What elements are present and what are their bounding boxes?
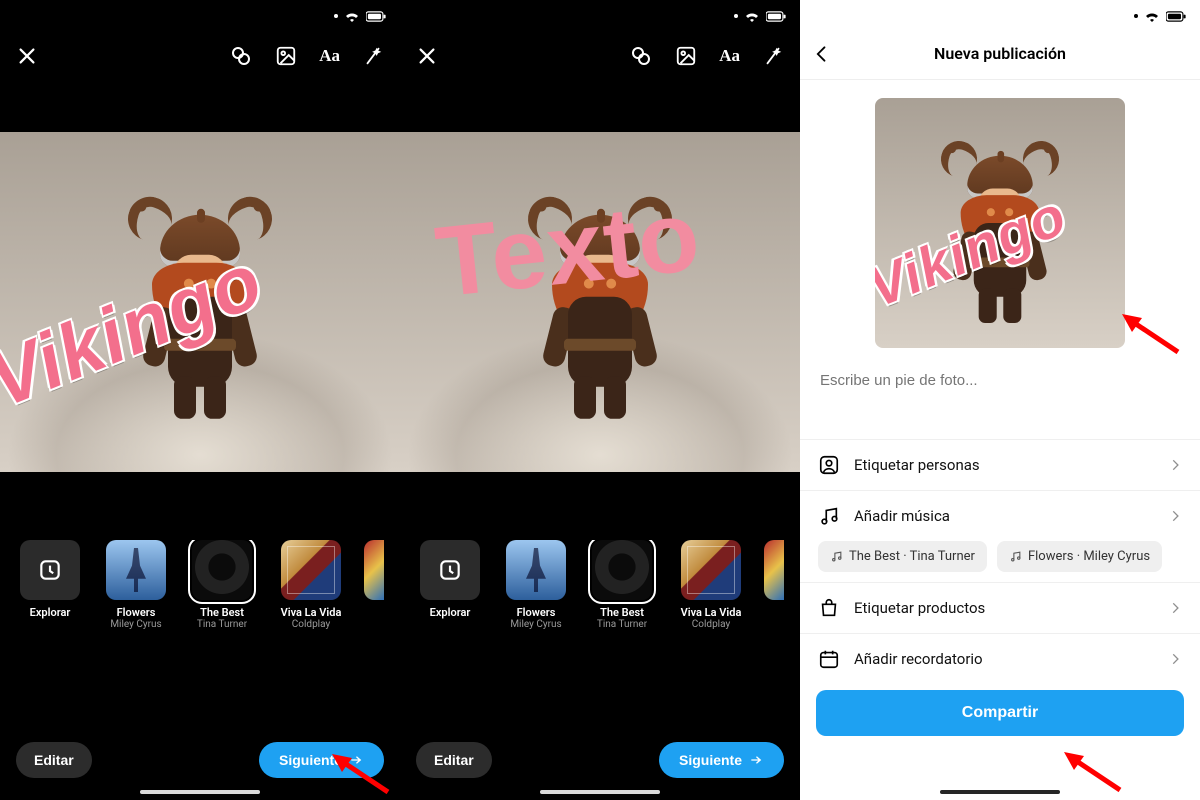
publish-header: Nueva publicación [800, 28, 1200, 80]
wifi-icon [744, 10, 760, 22]
photo-preview[interactable]: Texto [400, 132, 800, 472]
screen-publish: Nueva publicación Vikingo Etiquetar pers… [800, 0, 1200, 800]
status-bar [400, 0, 800, 28]
close-icon[interactable] [416, 45, 438, 67]
person-tag-icon [818, 454, 840, 476]
option-tag-products[interactable]: Etiquetar productos [800, 583, 1200, 633]
battery-icon [766, 11, 786, 22]
gesture-bar [140, 790, 260, 794]
music-item-thebest[interactable]: The Best Tina Turner [586, 540, 658, 630]
wifi-icon [1144, 10, 1160, 22]
chip-label: Flowers · Miley Cyrus [1028, 549, 1150, 564]
option-label: Etiquetar personas [854, 456, 980, 474]
status-bar [800, 0, 1200, 28]
option-label: Añadir música [854, 507, 950, 525]
chevron-right-icon [1168, 601, 1182, 615]
gesture-bar [940, 790, 1060, 794]
wifi-icon [344, 10, 360, 22]
edit-button[interactable]: Editar [416, 742, 492, 778]
loop-icon[interactable] [629, 44, 653, 68]
option-label: Etiquetar productos [854, 599, 985, 617]
next-button[interactable]: Siguiente [259, 742, 384, 778]
text-icon[interactable]: Aa [719, 46, 740, 66]
option-add-music[interactable]: Añadir música [800, 491, 1200, 541]
publish-preview[interactable]: Vikingo [875, 98, 1125, 348]
chip-label: The Best · Tina Turner [849, 549, 975, 564]
music-explore[interactable]: Explorar [414, 540, 486, 630]
next-button-label: Siguiente [279, 752, 342, 768]
back-icon[interactable] [812, 44, 832, 64]
chevron-right-icon [1168, 458, 1182, 472]
sparkle-icon[interactable] [762, 45, 784, 67]
caption-input[interactable] [800, 356, 1200, 405]
option-label: Añadir recordatorio [854, 650, 983, 668]
music-chip[interactable]: The Best · Tina Turner [818, 541, 987, 572]
music-suggestions[interactable]: Explorar Flowers Miley Cyrus The Best Ti… [0, 540, 400, 630]
battery-icon [1166, 11, 1186, 22]
edit-button[interactable]: Editar [16, 742, 92, 778]
editor-toolbar: Aa [0, 28, 400, 84]
publish-preview-wrap: Vikingo [800, 80, 1200, 356]
annotation-arrow [1060, 748, 1124, 794]
sparkle-icon[interactable] [362, 45, 384, 67]
chevron-right-icon [1168, 652, 1182, 666]
editor-bottombar: Editar Siguiente [0, 742, 400, 778]
option-add-reminder[interactable]: Añadir recordatorio [800, 634, 1200, 680]
music-explore[interactable]: Explorar [14, 540, 86, 630]
shopping-bag-icon [818, 597, 840, 619]
close-icon[interactable] [16, 45, 38, 67]
option-tag-people[interactable]: Etiquetar personas [800, 440, 1200, 490]
image-icon[interactable] [275, 45, 297, 67]
loop-icon[interactable] [229, 44, 253, 68]
editor-bottombar: Editar Siguiente [400, 742, 800, 778]
music-item-vivalavida[interactable]: Viva La Vida Coldplay [272, 540, 350, 630]
battery-icon [366, 11, 386, 22]
calendar-icon [818, 648, 840, 670]
music-item-partial[interactable] [764, 540, 784, 606]
next-button-label: Siguiente [679, 752, 742, 768]
editor-toolbar: Aa [400, 28, 800, 84]
music-item-vivalavida[interactable]: Viva La Vida Coldplay [672, 540, 750, 630]
music-chips: The Best · Tina Turner Flowers · Miley C… [800, 541, 1200, 582]
screen-edit-1: Aa Vikingo Explorar Flowers Miley Cyrus [0, 0, 400, 800]
image-icon[interactable] [675, 45, 697, 67]
music-item-partial[interactable] [364, 540, 384, 606]
screen-edit-2: Aa Texto Explorar Flowers Miley Cyrus [400, 0, 800, 800]
status-bar [0, 0, 400, 28]
share-button[interactable]: Compartir [816, 690, 1184, 736]
music-item-flowers[interactable]: Flowers Miley Cyrus [500, 540, 572, 630]
annotation-arrow [1118, 310, 1182, 356]
publish-title: Nueva publicación [934, 44, 1066, 63]
music-chip[interactable]: Flowers · Miley Cyrus [997, 541, 1162, 572]
gesture-bar [540, 790, 660, 794]
text-icon[interactable]: Aa [319, 46, 340, 66]
chevron-right-icon [1168, 509, 1182, 523]
photo-preview[interactable]: Vikingo [0, 132, 400, 472]
next-button[interactable]: Siguiente [659, 742, 784, 778]
music-suggestions[interactable]: Explorar Flowers Miley Cyrus The Best Ti… [400, 540, 800, 630]
music-note-icon [818, 505, 840, 527]
music-item-flowers[interactable]: Flowers Miley Cyrus [100, 540, 172, 630]
music-item-thebest[interactable]: The Best Tina Turner [186, 540, 258, 630]
